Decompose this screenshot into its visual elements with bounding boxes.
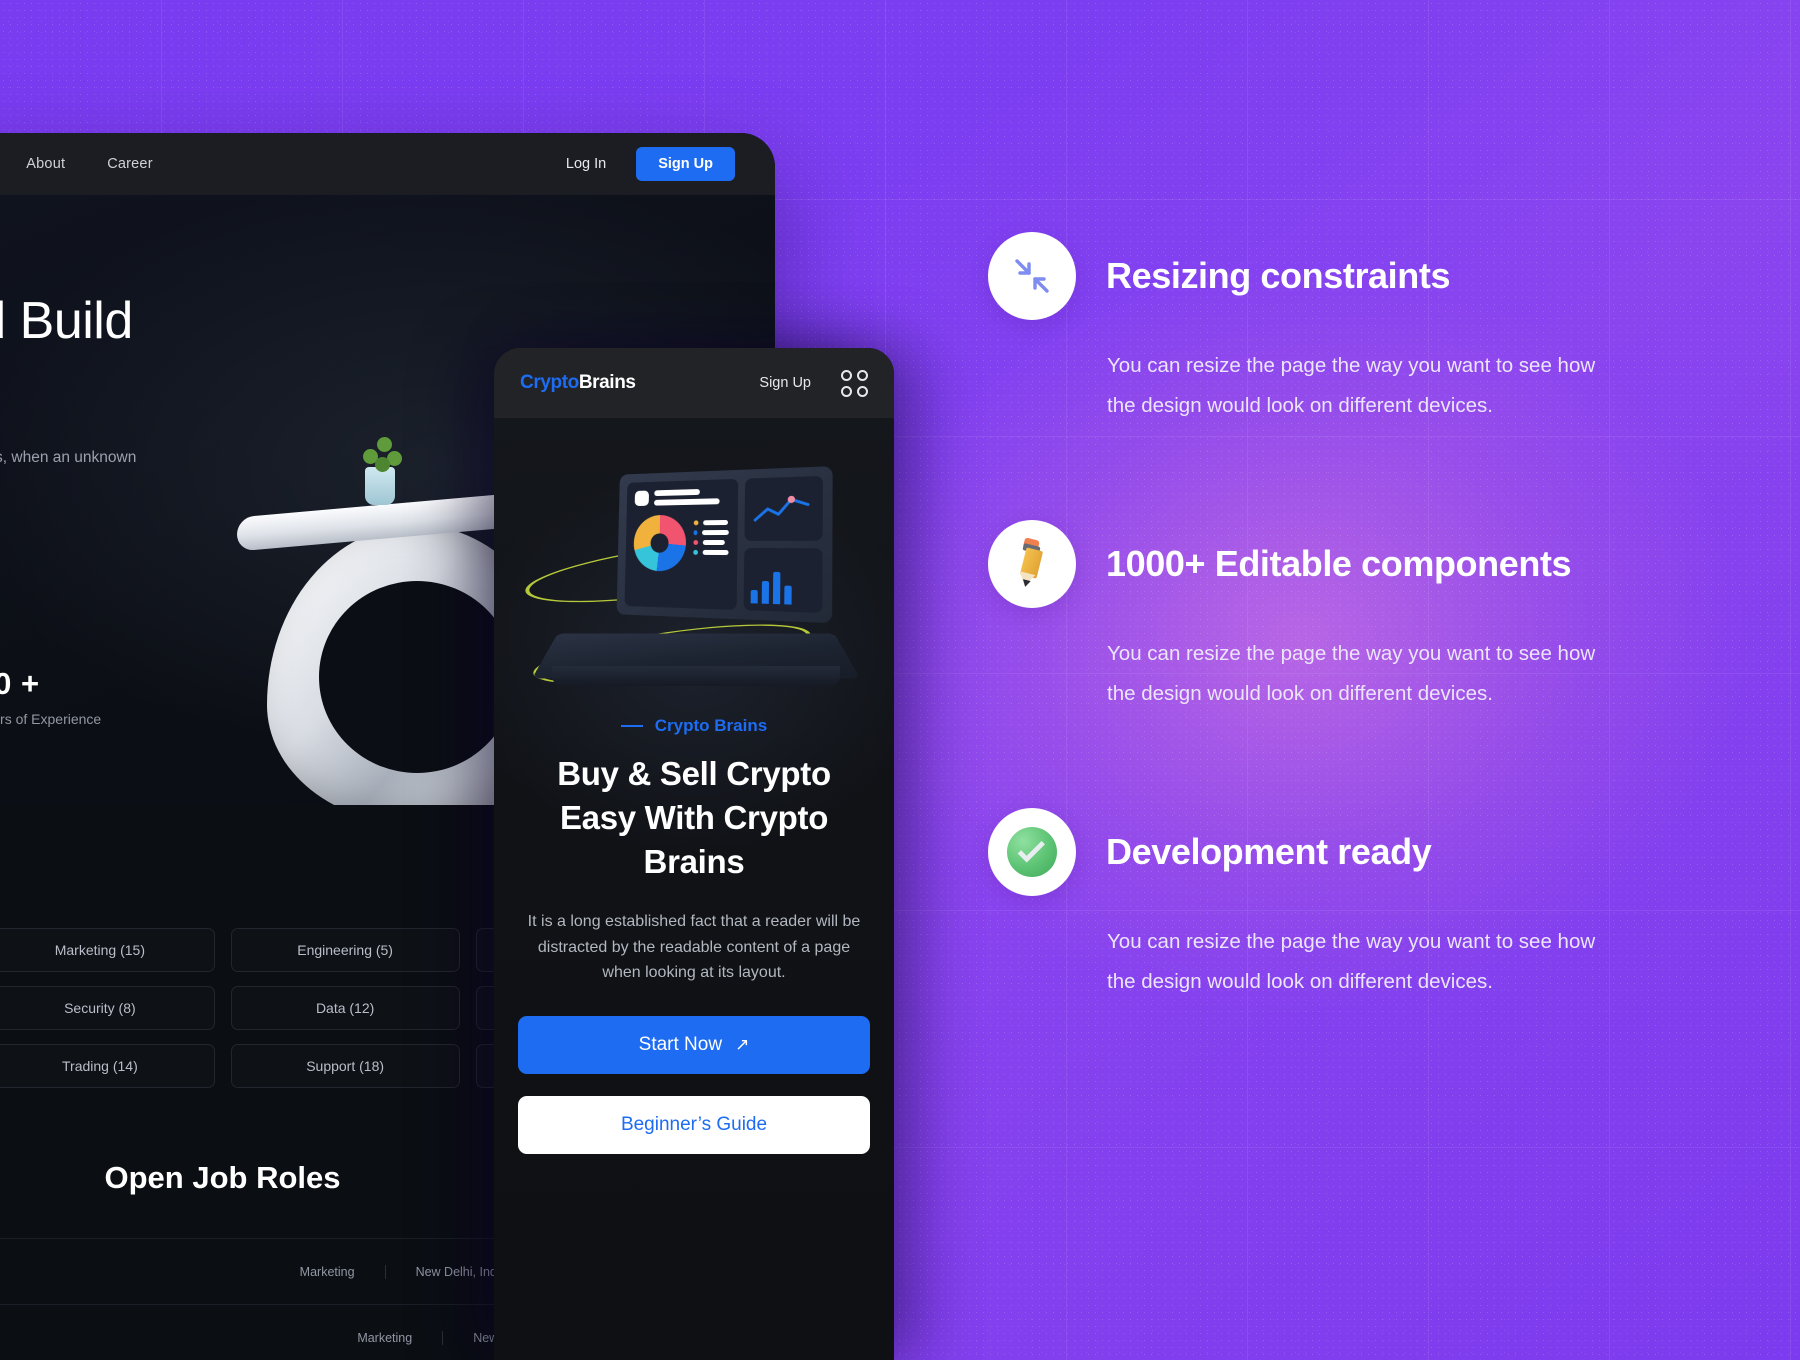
nav-item-career[interactable]: Career bbox=[107, 156, 153, 172]
feature-header: Development ready bbox=[988, 808, 1748, 896]
line-chart-icon bbox=[751, 495, 815, 533]
login-button[interactable]: Log In bbox=[566, 156, 606, 172]
feature-header: 1000+ Editable components bbox=[988, 520, 1748, 608]
laptop-screen bbox=[616, 466, 833, 624]
feature-description: You can resize the page the way you want… bbox=[1107, 930, 1596, 993]
desktop-nav-links: Market Trade Earn About Career bbox=[0, 156, 153, 172]
check-circle-icon bbox=[988, 808, 1076, 896]
feature-title: Development ready bbox=[1106, 831, 1432, 872]
chip-trading[interactable]: Trading (14) bbox=[0, 1044, 215, 1088]
nav-item-label: Career bbox=[107, 156, 153, 172]
job-dept: Marketing bbox=[299, 1264, 355, 1279]
resize-arrows-icon bbox=[1015, 259, 1049, 293]
nav-item-label: About bbox=[26, 156, 66, 172]
nav-item-about[interactable]: About bbox=[26, 156, 65, 172]
dashboard-panel-right bbox=[743, 475, 823, 614]
avatar bbox=[634, 490, 650, 507]
dashboard-panel-left bbox=[624, 478, 739, 610]
job-title: eting Manager bbox=[0, 1262, 136, 1282]
feature-header: Resizing constraints bbox=[988, 232, 1748, 320]
features-list: Resizing constraints You can resize the … bbox=[988, 0, 1748, 1360]
feature-title: 1000+ Editable components bbox=[1106, 543, 1572, 584]
arrow-up-right-icon: ↗ bbox=[735, 1035, 750, 1055]
signup-button[interactable]: Sign Up bbox=[636, 147, 735, 181]
beginners-guide-button[interactable]: Beginner’s Guide bbox=[518, 1096, 870, 1155]
resize-constraints-icon bbox=[988, 232, 1076, 320]
chip-data[interactable]: Data (12) bbox=[230, 986, 460, 1030]
mobile-hero-paragraph: It is a long established fact that a rea… bbox=[527, 912, 861, 982]
bar-chart-card bbox=[743, 547, 823, 614]
feature-description: You can resize the page the way you want… bbox=[1107, 642, 1596, 705]
hero-eyebrow: Crypto Brains bbox=[518, 716, 870, 736]
check-circle-glyph bbox=[1007, 827, 1057, 877]
start-now-label: Start Now bbox=[638, 1034, 723, 1056]
laptop-base bbox=[552, 666, 840, 686]
chip-support[interactable]: Support (18) bbox=[230, 1044, 460, 1088]
mobile-hero-heading: Buy & Sell Crypto Easy With Crypto Brain… bbox=[557, 755, 831, 881]
mobile-signup-button[interactable]: Sign Up bbox=[759, 375, 811, 391]
job-title: eting Manager bbox=[0, 1328, 136, 1348]
hero-eyebrow-label: Crypto Brains bbox=[654, 716, 768, 735]
chip-security[interactable]: Security (8) bbox=[0, 986, 215, 1030]
feature-description: You can resize the page the way you want… bbox=[1107, 354, 1596, 417]
feature-title: Resizing constraints bbox=[1106, 255, 1451, 296]
mobile-hero: Crypto Brains Buy & Sell Crypto Easy Wit… bbox=[494, 418, 894, 1360]
feature-resizing-constraints: Resizing constraints You can resize the … bbox=[988, 232, 1748, 426]
donut-chart bbox=[633, 514, 687, 572]
job-dept: Marketing bbox=[357, 1330, 413, 1345]
laptop-dashboard-illustration bbox=[518, 444, 870, 704]
feature-editable-components: 1000+ Editable components You can resize… bbox=[988, 520, 1748, 714]
mobile-nav-actions: Sign Up bbox=[759, 369, 868, 397]
hero-heading-rest: And Build bbox=[0, 292, 133, 350]
dash-icon bbox=[620, 724, 643, 728]
logo[interactable]: CryptoBrains bbox=[520, 372, 636, 394]
feature-development-ready: Development ready You can resize the pag… bbox=[988, 808, 1748, 1002]
mobile-mockup: CryptoBrains Sign Up Crypto Brains Buy &… bbox=[494, 348, 894, 1360]
desktop-navbar: Market Trade Earn About Career Log In Si… bbox=[0, 133, 775, 195]
plant-icon bbox=[357, 431, 405, 475]
logo-part-brains: Brains bbox=[578, 372, 636, 393]
start-now-button[interactable]: Start Now ↗ bbox=[518, 1016, 870, 1075]
line-chart-card bbox=[744, 475, 823, 541]
mobile-navbar: CryptoBrains Sign Up bbox=[494, 348, 894, 418]
laptop-icon bbox=[532, 466, 860, 700]
stat-value: 10 + bbox=[0, 665, 40, 701]
chip-marketing[interactable]: Marketing (15) bbox=[0, 928, 215, 972]
hero-paragraph: dard dummy text ever since the 1500s, wh… bbox=[0, 448, 137, 466]
stat-label: Years of Experience bbox=[0, 710, 102, 727]
pencil-glyph bbox=[1009, 537, 1055, 588]
stat-item: 10 + Years of Experience bbox=[0, 666, 161, 727]
grid-menu-icon[interactable] bbox=[841, 369, 868, 397]
logo-part-crypto: Crypto bbox=[520, 372, 579, 393]
desktop-nav-actions: Log In Sign Up bbox=[566, 147, 735, 181]
pencil-icon bbox=[988, 520, 1076, 608]
bar-chart-icon bbox=[750, 555, 815, 606]
chip-engineering[interactable]: Engineering (5) bbox=[230, 928, 460, 972]
